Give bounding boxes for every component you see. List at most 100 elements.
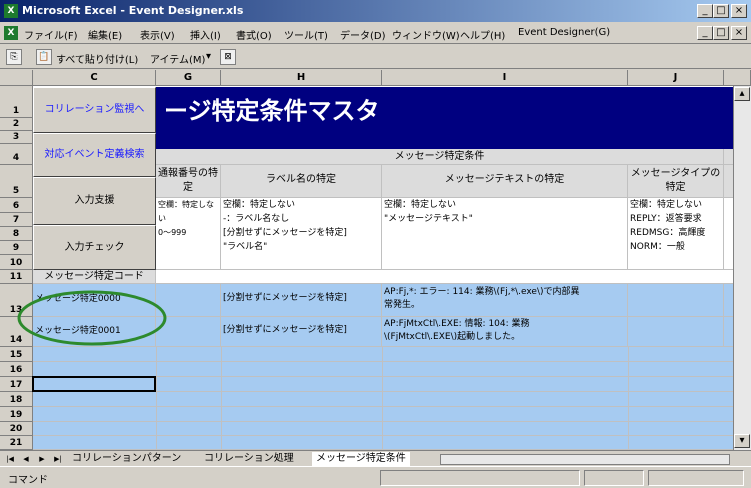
first-sheet-icon[interactable]: |◀ [4, 453, 16, 465]
text-cell-0000[interactable]: AP:Fj,*: エラー: 114: 業務\(Fj,*\.exe\)で内部異 常… [382, 284, 628, 317]
col-header-c[interactable]: C [33, 70, 156, 86]
type-cell-0001[interactable] [628, 317, 724, 347]
col-header-next[interactable] [724, 70, 751, 86]
status-bar: コマンド [0, 466, 751, 488]
col-header-i[interactable]: I [382, 70, 628, 86]
status-panel [584, 470, 644, 486]
empty-row[interactable] [33, 362, 751, 377]
row-header[interactable]: 17 [0, 377, 33, 392]
row-header[interactable]: 19 [0, 407, 33, 422]
grid-line [628, 347, 629, 450]
header-i[interactable]: メッセージテキストの特定 [382, 165, 628, 198]
menu-bar: X ファイル(F) 編集(E) 表示(V) 挿入(I) 書式(O) ツール(T)… [0, 22, 751, 44]
row-header[interactable]: 11 [0, 270, 33, 284]
prev-sheet-icon[interactable]: ◀ [20, 453, 32, 465]
copy-icon[interactable]: ⎘ [6, 49, 22, 65]
empty-row[interactable] [33, 407, 751, 422]
empty-row[interactable] [33, 347, 751, 362]
maximize-button[interactable]: □ [713, 4, 729, 18]
sheet-tab-bar: |◀ ◀ ▶ ▶| コリレーションパターン コリレーション処理 メッセージ特定条… [0, 450, 751, 466]
correlation-monitor-button[interactable]: コリレーション監視へ [33, 87, 156, 133]
paste-icon[interactable]: 📋 [36, 49, 52, 65]
title-bar: X Microsoft Excel - Event Designer.xls _… [0, 0, 751, 22]
tab-correlation-process[interactable]: コリレーション処理 [200, 452, 298, 466]
scroll-up-arrow-icon[interactable]: ▴ [734, 87, 750, 101]
col-header-h[interactable]: H [221, 70, 382, 86]
close-button[interactable]: × [731, 4, 747, 18]
col-header-j[interactable]: J [628, 70, 724, 86]
menu-tools[interactable]: ツール(T) [284, 27, 328, 42]
row-header[interactable]: 3 [0, 131, 33, 144]
empty-row[interactable] [33, 436, 751, 450]
row-header[interactable]: 5 [0, 165, 33, 198]
active-cell[interactable] [32, 376, 156, 392]
row-header[interactable]: 20 [0, 422, 33, 436]
toolbar: ⎘ 📋 すべて貼り付け(L) アイテム(M) ▾ ⊠ [0, 45, 751, 69]
grid-line [382, 347, 383, 450]
notes-j[interactable]: 空欄：特定しない REPLY：返答要求 REDMSG：高輝度 NORM：一般 [628, 198, 724, 270]
tab-correlation-pattern[interactable]: コリレーションパターン [68, 452, 185, 466]
row-header[interactable]: 10 [0, 255, 33, 270]
notes-h[interactable]: 空欄：特定しない -：ラベル名なし [分割せずにメッセージを特定] "ラベル名" [221, 198, 382, 270]
highlight-circle-annotation [17, 290, 167, 346]
menu-window[interactable]: ウィンドウ(W) [392, 27, 460, 42]
menu-view[interactable]: 表示(V) [140, 27, 175, 42]
row-header[interactable]: 18 [0, 392, 33, 407]
row-header[interactable]: 15 [0, 347, 33, 362]
tab-message-conditions[interactable]: メッセージ特定条件 [312, 452, 410, 466]
worksheet-grid: C G H I J 1 2 3 4 5 6 7 8 9 10 11 13 14 … [0, 70, 751, 450]
input-support-button[interactable]: 入力支援 [33, 177, 156, 225]
workbook-icon[interactable]: X [4, 26, 18, 40]
minimize-button[interactable]: _ [697, 4, 713, 18]
next-sheet-icon[interactable]: ▶ [36, 453, 48, 465]
excel-app-icon[interactable]: X [4, 4, 18, 18]
vertical-scrollbar[interactable] [733, 86, 751, 450]
paste-all-button[interactable]: すべて貼り付け(L) [56, 51, 138, 66]
doc-close-button[interactable]: × [731, 26, 747, 40]
code-header[interactable]: メッセージ特定コード [33, 270, 156, 284]
label-cell-0001[interactable]: [分割せずにメッセージを特定] [221, 317, 382, 347]
last-sheet-icon[interactable]: ▶| [52, 453, 64, 465]
col-header-g[interactable]: G [156, 70, 221, 86]
row-header[interactable]: 7 [0, 213, 33, 227]
menu-insert[interactable]: 挿入(I) [190, 27, 221, 42]
menu-file[interactable]: ファイル(F) [24, 27, 78, 42]
doc-restore-button[interactable]: □ [713, 26, 729, 40]
empty-row[interactable] [33, 422, 751, 436]
row-header[interactable]: 4 [0, 144, 33, 165]
row-header[interactable]: 1 [0, 86, 33, 118]
header-h[interactable]: ラベル名の特定 [221, 165, 382, 198]
section-title: メッセージ特定条件 [156, 149, 724, 165]
header-j[interactable]: メッセージタイプの特定 [628, 165, 724, 198]
items-dropdown-icon[interactable]: ▾ [206, 51, 211, 62]
horizontal-scrollbar[interactable] [440, 454, 730, 465]
menu-help[interactable]: ヘルプ(H) [460, 27, 505, 42]
row-header[interactable]: 8 [0, 227, 33, 241]
empty-row[interactable] [33, 392, 751, 407]
items-menu-button[interactable]: アイテム(M) [150, 51, 205, 66]
row-header[interactable]: 9 [0, 241, 33, 255]
row-header[interactable]: 21 [0, 436, 33, 450]
scroll-down-arrow-icon[interactable]: ▾ [734, 434, 750, 448]
doc-minimize-button[interactable]: _ [697, 26, 713, 40]
grid-line [156, 347, 157, 450]
type-cell-0000[interactable] [628, 284, 724, 317]
text-cell-0001[interactable]: AP:FjMtxCtl\.EXE: 情報: 104: 業務 \(FjMtxCtl… [382, 317, 628, 347]
event-def-search-button[interactable]: 対応イベント定義検索 [33, 133, 156, 177]
input-check-button[interactable]: 入力チェック [33, 225, 156, 270]
clear-icon[interactable]: ⊠ [220, 49, 236, 65]
label-cell-0000[interactable]: [分割せずにメッセージを特定] [221, 284, 382, 317]
menu-format[interactable]: 書式(O) [236, 27, 272, 42]
notes-i[interactable]: 空欄：特定しない "メッセージテキスト" [382, 198, 628, 270]
menu-data[interactable]: データ(D) [340, 27, 386, 42]
notes-g[interactable]: 空欄：特定しない 0～999 [156, 198, 221, 270]
select-all-corner[interactable] [0, 70, 33, 86]
header-g[interactable]: 通報番号の特定 [156, 165, 221, 198]
menu-event-designer[interactable]: Event Designer(G) [518, 27, 610, 38]
row-header[interactable]: 6 [0, 198, 33, 213]
window-title: Microsoft Excel - Event Designer.xls [22, 4, 244, 17]
row-header[interactable]: 2 [0, 118, 33, 131]
menu-edit[interactable]: 編集(E) [88, 27, 122, 42]
row-header[interactable]: 16 [0, 362, 33, 377]
status-panel [648, 470, 744, 486]
